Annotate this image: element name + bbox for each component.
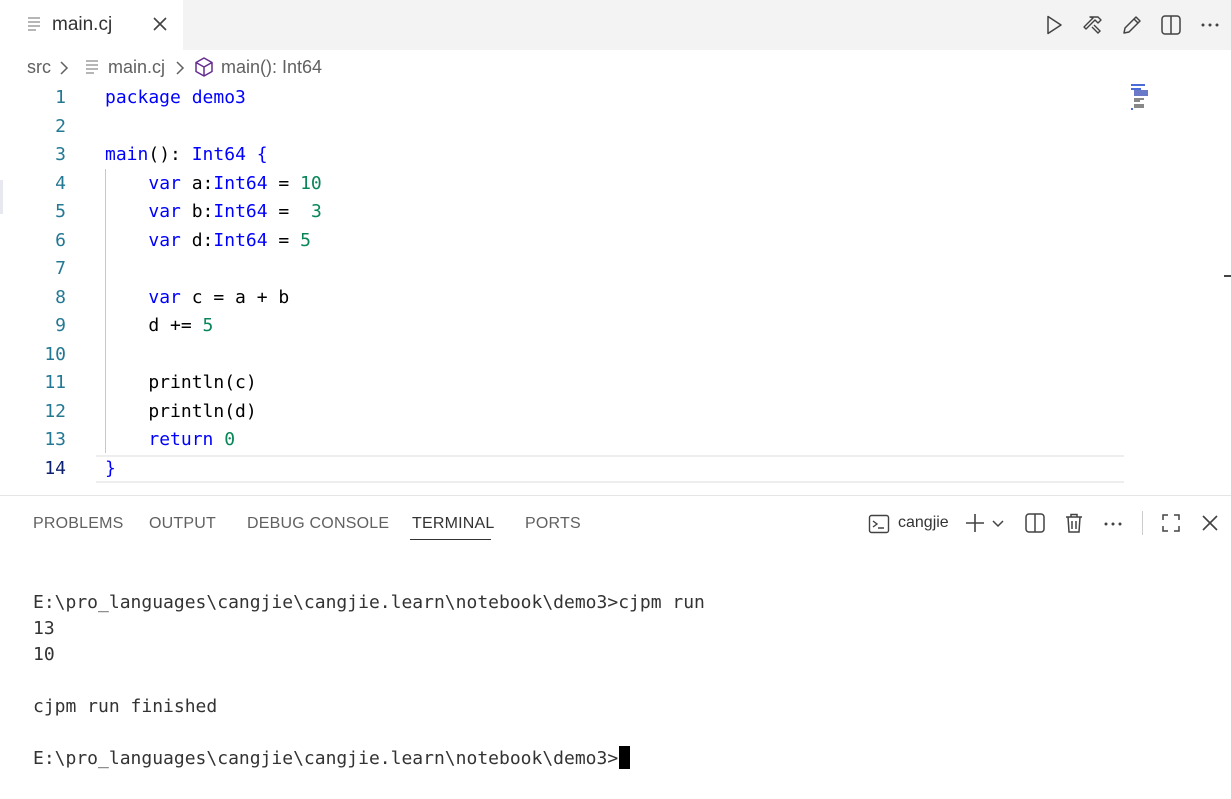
file-lines-icon [28,17,40,31]
code-text: var a:Int64 = 10 [148,172,322,194]
tab-label: main.cj [52,14,113,35]
code-text: d += 5 [105,315,214,336]
terminal-name[interactable]: cangjie [898,514,949,532]
code-line: 14 } [0,455,1124,483]
breadcrumb-symbol[interactable]: main(): Int64 [221,57,322,78]
file-lines-icon [86,60,98,74]
line-number: 11 [44,372,66,393]
plus-icon[interactable] [964,512,986,534]
code-line: 12 println(d) [0,398,1124,426]
more-icon[interactable] [1102,512,1124,534]
terminal-line: E:\pro_languages\cangjie\cangjie.learn\n… [33,592,705,613]
scrollbar-marker [1224,275,1231,277]
split-editor-icon[interactable] [1159,13,1183,37]
breadcrumb: src main.cj main(): Int64 [0,50,1231,84]
line-number: 1 [55,87,66,108]
code-text: var d:Int64 = 5 [148,229,311,251]
line-number: 12 [44,400,66,422]
line-number: 7 [55,258,66,279]
code-line: 3 main(): Int64 { [0,141,1124,169]
line-number: 8 [55,286,66,308]
terminal-line: 10 [33,644,55,665]
code-text: main(): Int64 { [105,144,268,165]
more-icon[interactable] [1198,13,1222,37]
line-number: 2 [55,115,66,137]
tab-debug-console[interactable]: DEBUG CONSOLE [247,515,389,533]
code-text: var c = a + b [148,286,290,308]
breadcrumb-file[interactable]: main.cj [108,57,165,78]
terminal-cursor [619,746,631,769]
line-number: 13 [44,429,66,450]
code-text: return 0 [148,429,236,450]
code-text: println(c) [105,372,257,393]
terminal-prompt-line: E:\pro_languages\cangjie\cangjie.learn\n… [33,746,705,772]
tab-problems[interactable]: PROBLEMS [33,515,124,533]
terminal-line: cjpm run finished [33,696,218,717]
code-text: package demo3 [105,87,246,108]
tab-output[interactable]: OUTPUT [149,515,216,533]
trash-icon[interactable] [1063,512,1085,534]
edit-icon[interactable] [1120,13,1144,37]
code-text: println(d) [105,400,257,422]
code-line: 7 [0,255,1124,283]
line-number: 9 [55,315,66,336]
active-tab-underline [410,539,491,540]
editor-tab-bar: main.cj [0,0,1231,50]
code-text: } [105,457,116,479]
minimap[interactable] [1131,84,1153,110]
code-line: 10 [0,341,1124,369]
code-line: 9 d += 5 [0,312,1124,340]
close-icon[interactable] [1199,512,1221,534]
line-number: 5 [55,201,66,222]
code-line: 6 var d:Int64 = 5 [0,227,1124,255]
code-line: 8 var c = a + b [0,284,1124,312]
split-terminal-icon[interactable] [1024,512,1046,534]
line-number: 14 [44,457,66,479]
close-icon[interactable] [150,14,170,34]
chevron-right-icon [176,61,185,75]
method-cube-icon [195,57,213,77]
breadcrumb-folder[interactable]: src [27,57,51,78]
chevron-down-icon[interactable] [991,512,1005,534]
line-number: 4 [55,172,66,194]
line-number: 3 [55,144,66,165]
line-number: 10 [44,343,66,365]
code-text: var b:Int64 = 3 [148,201,322,222]
run-icon[interactable] [1042,13,1066,37]
terminal-line: 13 [33,618,55,639]
terminal-icon[interactable] [868,513,890,535]
code-editor[interactable]: 1 package demo3 2 3 main(): Int64 { 4 va… [0,84,1231,494]
line-number: 6 [55,229,66,251]
maximize-icon[interactable] [1160,512,1182,534]
code-line: 2 [0,113,1124,141]
toolbar-divider [1142,511,1143,535]
tab-ports[interactable]: PORTS [525,515,581,533]
code-line: 13 return 0 [0,426,1124,454]
terminal-output[interactable]: E:\pro_languages\cangjie\cangjie.learn\n… [33,590,705,772]
code-line: 11 println(c) [0,369,1124,397]
build-icon[interactable] [1081,13,1105,37]
chevron-right-icon [60,61,69,75]
tab-terminal[interactable]: TERMINAL [412,515,495,533]
terminal-prompt: E:\pro_languages\cangjie\cangjie.learn\n… [33,748,619,769]
code-line: 1 package demo3 [0,84,1124,112]
tab-main-cj[interactable]: main.cj [0,0,183,50]
code-line: 5 var b:Int64 = 3 [0,198,1124,226]
code-line: 4 var a:Int64 = 10 [0,170,1124,198]
bottom-panel: PROBLEMS OUTPUT DEBUG CONSOLE TERMINAL P… [0,495,1231,799]
